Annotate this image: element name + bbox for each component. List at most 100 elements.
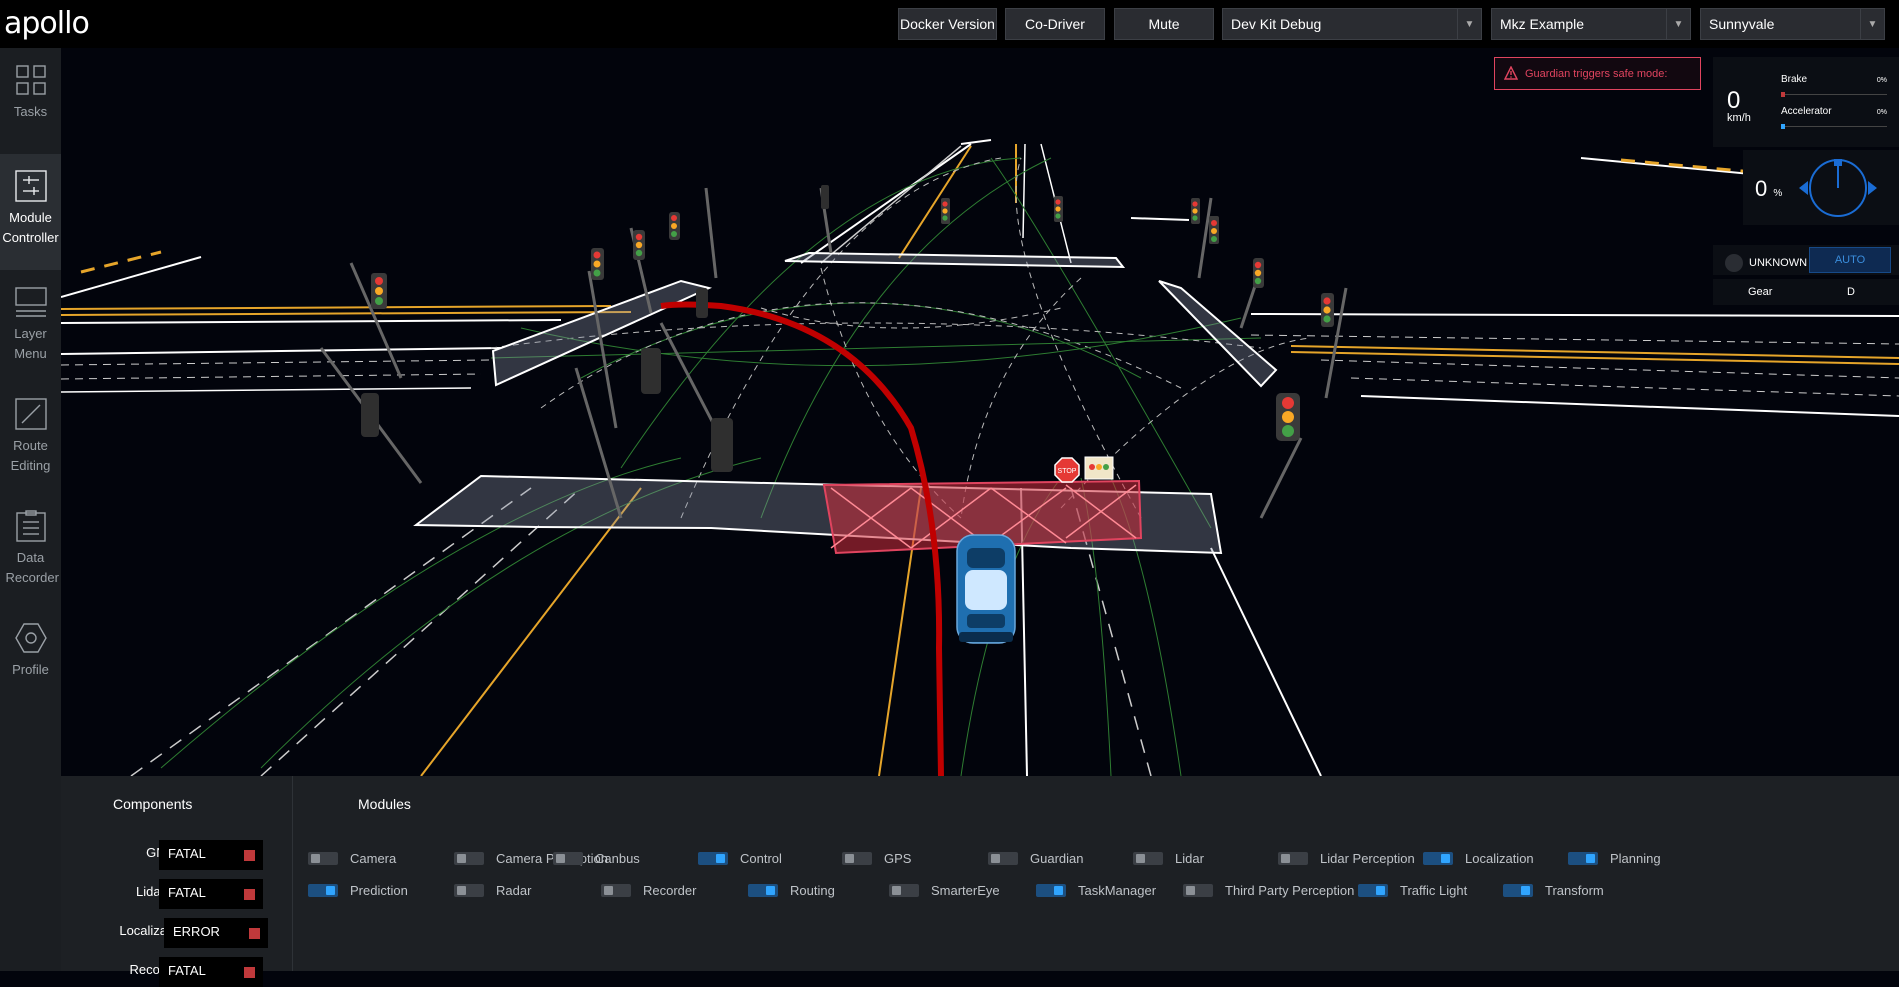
module-toggle[interactable]	[1278, 851, 1308, 865]
module-toggle[interactable]	[601, 883, 631, 897]
module-item-guardian[interactable]: Guardian	[988, 848, 1083, 868]
chevron-down-icon[interactable]: ▼	[1860, 9, 1884, 39]
chevron-down-icon[interactable]: ▼	[1457, 9, 1481, 39]
driving-mode-status: UNKNOWN	[1725, 254, 1807, 272]
module-label: SmarterEye	[931, 882, 1000, 898]
sidebar-item-module-controller[interactable]: Module Controller	[0, 154, 61, 270]
chevron-down-icon[interactable]: ▼	[1666, 9, 1690, 39]
scene-viewport[interactable]: STOP Guardian triggers safe mode: 0 km/h…	[61, 48, 1899, 776]
mute-button[interactable]: Mute	[1114, 8, 1214, 40]
sidebar-item-label: Module Controller	[2, 210, 59, 245]
toggle-knob	[457, 885, 466, 895]
bottom-panel: Components GNSS FATAL Lidar 16 FATAL Loc…	[61, 776, 1899, 987]
traffic-light-sign	[1084, 456, 1114, 480]
module-toggle[interactable]	[308, 883, 338, 897]
co-driver-button[interactable]: Co-Driver	[1005, 8, 1105, 40]
module-item-localization[interactable]: Localization	[1423, 848, 1534, 868]
module-label: Lidar Perception	[1320, 850, 1415, 866]
module-item-canbus[interactable]: Canbus	[553, 848, 640, 868]
module-item-lidar-perception[interactable]: Lidar Perception	[1278, 848, 1415, 868]
brake-percent: 0%	[1876, 77, 1887, 84]
toggle-knob	[766, 885, 775, 895]
map-select[interactable]: Sunnyvale ▼	[1700, 8, 1885, 40]
module-toggle[interactable]	[889, 883, 919, 897]
module-toggle[interactable]	[308, 851, 338, 865]
module-toggle[interactable]	[1358, 883, 1388, 897]
module-label: Transform	[1545, 882, 1604, 898]
guardian-alert-text: Guardian triggers safe mode:	[1525, 67, 1668, 80]
stop-sign-label: STOP	[1058, 468, 1077, 475]
toggle-knob	[311, 853, 320, 863]
module-toggle[interactable]	[1503, 883, 1533, 897]
sidebar-item-label: Layer Menu	[14, 326, 47, 361]
horizontal-road-lines	[61, 157, 1899, 417]
module-toggle[interactable]	[1423, 851, 1453, 865]
module-item-transform[interactable]: Transform	[1503, 880, 1604, 900]
module-toggle[interactable]	[748, 883, 778, 897]
module-item-radar[interactable]: Radar	[454, 880, 531, 900]
component-status: ERROR	[164, 918, 268, 948]
brake-label: Brake	[1781, 74, 1808, 85]
sidebar-item-profile[interactable]: Profile	[0, 606, 61, 712]
sidebar-item-layer-menu[interactable]: Layer Menu	[0, 270, 61, 376]
docker-version-button[interactable]: Docker Version	[898, 8, 997, 40]
module-item-gps[interactable]: GPS	[842, 848, 911, 868]
sidebar-item-route-editing[interactable]: Route Editing	[0, 382, 61, 488]
module-label: Radar	[496, 882, 532, 898]
module-item-control[interactable]: Control	[698, 848, 782, 868]
module-label: Prediction	[350, 882, 408, 898]
module-toggle[interactable]	[988, 851, 1018, 865]
accelerator-bar	[1781, 124, 1887, 129]
brake-bar	[1781, 92, 1887, 97]
map-select-value: Sunnyvale	[1709, 16, 1775, 32]
module-item-prediction[interactable]: Prediction	[308, 880, 408, 900]
component-status: FATAL	[159, 840, 263, 870]
vehicle-select[interactable]: Mkz Example ▼	[1491, 8, 1691, 40]
toggle-knob	[1054, 885, 1063, 895]
lane-curves	[160, 157, 1312, 776]
accelerator-label: Accelerator	[1781, 106, 1832, 117]
status-text: FATAL	[168, 885, 206, 900]
speed-value: 0	[1727, 87, 1741, 114]
module-item-traffic-light[interactable]: Traffic Light	[1358, 880, 1467, 900]
toggle-knob	[326, 885, 335, 895]
module-toggle[interactable]	[1036, 883, 1066, 897]
mode-select[interactable]: Dev Kit Debug ▼	[1222, 8, 1482, 40]
status-square-icon	[244, 850, 255, 861]
module-item-lidar[interactable]: Lidar	[1133, 848, 1204, 868]
sidebar-item-label: Data Recorder	[5, 550, 59, 585]
sidebar-item-label: Route Editing	[10, 438, 51, 473]
module-toggle[interactable]	[454, 883, 484, 897]
auto-mode-button[interactable]: AUTO	[1809, 247, 1891, 273]
component-row: Recorder FATAL	[61, 955, 293, 987]
module-label: Localization	[1465, 850, 1534, 866]
toggle-knob	[1586, 853, 1595, 863]
toggle-knob	[604, 885, 613, 895]
module-item-planning[interactable]: Planning	[1568, 848, 1661, 868]
module-toggle[interactable]	[1133, 851, 1163, 865]
module-item-third-party-perception[interactable]: Third Party Perception	[1183, 880, 1354, 900]
speed-panel: 0 km/h Brake 0% Accelerator 0%	[1713, 57, 1899, 147]
module-item-recorder[interactable]: Recorder	[601, 880, 696, 900]
module-item-taskmanager[interactable]: TaskManager	[1036, 880, 1156, 900]
module-toggle[interactable]	[1568, 851, 1598, 865]
sidebar-item-tasks[interactable]: Tasks	[0, 48, 61, 154]
module-toggle[interactable]	[454, 851, 484, 865]
module-item-smartereye[interactable]: SmarterEye	[889, 880, 1000, 900]
scene-canvas[interactable]: STOP	[61, 48, 1899, 776]
hexagon-icon	[14, 623, 47, 653]
sidebar-item-data-recorder[interactable]: Data Recorder	[0, 494, 61, 600]
vehicle-select-value: Mkz Example	[1500, 16, 1585, 32]
module-item-camera[interactable]: Camera	[308, 848, 396, 868]
steering-wheel-icon	[1799, 159, 1877, 217]
top-bar: apollo Docker Version Co-Driver Mute Dev…	[0, 0, 1899, 48]
module-toggle[interactable]	[698, 851, 728, 865]
route-icon	[14, 398, 47, 430]
module-item-routing[interactable]: Routing	[748, 880, 835, 900]
mode-select-value: Dev Kit Debug	[1231, 16, 1322, 32]
module-toggle[interactable]	[842, 851, 872, 865]
module-toggle[interactable]	[553, 851, 583, 865]
components-title: Components	[113, 796, 193, 812]
module-label: TaskManager	[1078, 882, 1157, 898]
module-toggle[interactable]	[1183, 883, 1213, 897]
